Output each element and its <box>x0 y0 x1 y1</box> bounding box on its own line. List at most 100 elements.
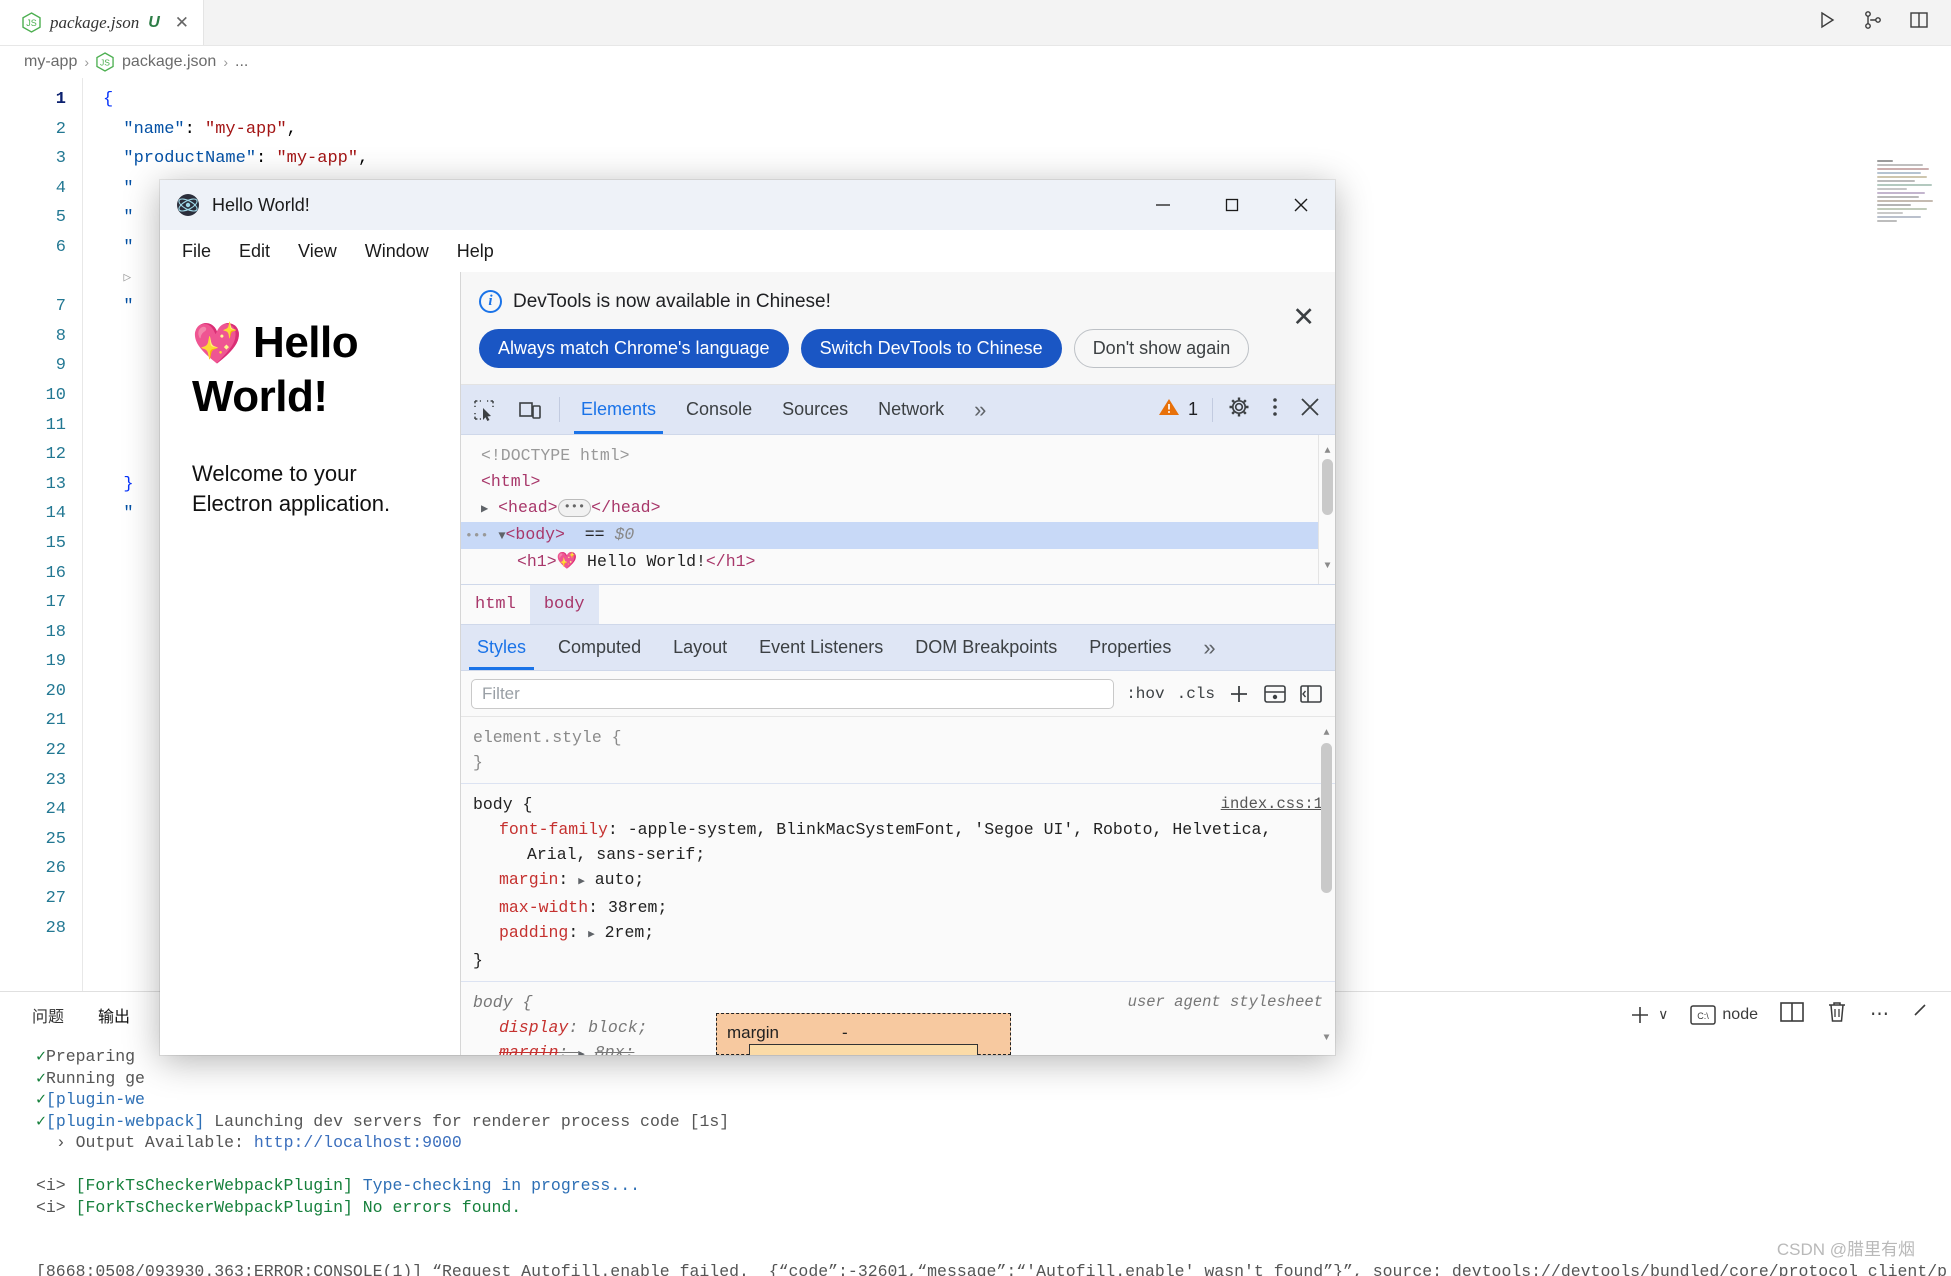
expand-triangle-icon[interactable]: ▶ <box>578 1049 585 1055</box>
run-icon[interactable] <box>1817 10 1837 35</box>
prop-value: 38rem; <box>607 898 668 917</box>
more-vertical-icon[interactable] <box>1265 395 1285 424</box>
css-rule-body-index[interactable]: index.css:1 body { font-family: -apple-s… <box>461 784 1335 982</box>
prop-value: block; <box>588 1018 648 1037</box>
breadcrumb-more[interactable]: ... <box>235 53 248 71</box>
split-editor-icon[interactable] <box>1909 10 1929 35</box>
rule-selector: body { <box>473 993 533 1012</box>
tab-styles[interactable]: Styles <box>461 625 542 670</box>
breadcrumb-root[interactable]: my-app <box>24 53 77 71</box>
breadcrumb-file[interactable]: package.json <box>122 53 216 71</box>
styles-rules-pane[interactable]: element.style { } index.css:1 body { fon… <box>461 717 1335 1055</box>
kill-terminal-trash-icon[interactable] <box>1826 1000 1848 1030</box>
declaration-font-family[interactable]: font-family: -apple-system, BlinkMacSyst… <box>473 817 1323 842</box>
scroll-down-arrow-icon[interactable]: ▼ <box>1322 554 1333 580</box>
new-terminal-button[interactable]: ∨ <box>1628 1003 1668 1027</box>
tab-computed[interactable]: Computed <box>542 625 657 670</box>
editor-tab-close-icon[interactable]: ✕ <box>175 14 189 31</box>
menu-item-edit[interactable]: Edit <box>225 237 284 266</box>
tab-sources[interactable]: Sources <box>767 385 863 434</box>
dom-row-h1[interactable]: <h1>💖 Hello World!</h1> <box>461 549 1335 575</box>
electron-titlebar[interactable]: Hello World! <box>160 180 1335 230</box>
styles-filter-input[interactable]: Filter <box>471 678 1115 709</box>
dom-tree[interactable]: <!DOCTYPE html> <html> ▶ <head> ••• </head… <box>461 435 1335 585</box>
switch-devtools-to-chinese-button[interactable]: Switch DevTools to Chinese <box>800 329 1062 368</box>
declaration-margin[interactable]: margin: ▶ auto; <box>473 867 1323 895</box>
styles-scroll-down-arrow-icon[interactable]: ▼ <box>1321 1026 1332 1051</box>
dom-row-doctype[interactable]: <!DOCTYPE html> <box>461 443 1335 469</box>
toolbar-divider <box>559 397 560 422</box>
always-match-chrome-language-button[interactable]: Always match Chrome's language <box>479 329 789 368</box>
editor-minimap[interactable] <box>1877 160 1937 240</box>
window-maximize-button[interactable] <box>1197 180 1266 230</box>
dom-row-html[interactable]: <html> <box>461 469 1335 495</box>
rule-header: user agent stylesheet body { <box>473 990 1323 1015</box>
hov-toggle[interactable]: :hov <box>1126 685 1164 703</box>
crumb-body[interactable]: body <box>529 585 599 624</box>
menu-item-file[interactable]: File <box>168 237 225 266</box>
window-minimize-button[interactable] <box>1128 180 1197 230</box>
terminal-output[interactable]: ✓Preparing ✓Running ge ✓[plugin-we ✓[plu… <box>0 1038 1951 1276</box>
menu-item-window[interactable]: Window <box>351 237 443 266</box>
box-model-border[interactable] <box>749 1044 978 1055</box>
banner-close-icon[interactable]: ✕ <box>1292 304 1315 331</box>
split-terminal-icon[interactable] <box>1780 1001 1804 1029</box>
tab-dom-breakpoints[interactable]: DOM Breakpoints <box>899 625 1073 670</box>
editor-tab-unsaved-badge: U <box>148 13 160 31</box>
page-subtitle: Welcome to your Electron application. <box>192 459 460 518</box>
panel-tab-output[interactable]: 输出 <box>98 1003 130 1027</box>
expand-triangle-icon[interactable]: ▶ <box>578 876 585 888</box>
styles-scroll-thumb[interactable] <box>1321 743 1332 893</box>
collapsed-children-badge[interactable]: ••• <box>557 499 592 517</box>
box-model-diagram[interactable]: margin - <box>716 1013 1011 1055</box>
dom-scroll-thumb[interactable] <box>1322 459 1333 515</box>
cls-toggle[interactable]: .cls <box>1177 685 1215 703</box>
prop-name: font-family <box>499 820 608 839</box>
styles-scrollbar[interactable]: ▲ ▼ <box>1318 717 1335 1055</box>
source-control-icon[interactable] <box>1863 10 1883 35</box>
declaration-max-width[interactable]: max-width: 38rem; <box>473 895 1323 920</box>
rule-selector: element.style { <box>473 728 622 747</box>
styles-more-tabs-icon[interactable]: » <box>1187 625 1231 670</box>
gear-icon[interactable] <box>1227 395 1251 424</box>
panel-tab-problems[interactable]: 问题 <box>32 1003 64 1027</box>
tab-properties[interactable]: Properties <box>1073 625 1187 670</box>
dom-row-head[interactable]: ▶ <head> ••• </head> <box>461 495 1335 522</box>
tab-console[interactable]: Console <box>671 385 767 434</box>
status-badge[interactable]: 1 <box>1158 397 1198 422</box>
dom-tree-scrollbar[interactable]: ▲ ▼ <box>1318 435 1335 584</box>
editor-tab-title: package.json <box>50 12 140 32</box>
crumb-html[interactable]: html <box>461 585 530 624</box>
more-tabs-icon[interactable]: » <box>959 385 1001 434</box>
dont-show-again-button[interactable]: Don't show again <box>1073 329 1250 368</box>
device-toolbar-icon[interactable] <box>507 385 553 434</box>
inspect-element-icon[interactable] <box>461 385 507 434</box>
tab-network[interactable]: Network <box>863 385 959 434</box>
rule-source-link[interactable]: index.css:1 <box>1221 792 1323 817</box>
breadcrumb-separator-icon: › <box>84 54 90 70</box>
editor-tab-package-json[interactable]: JS package.json U ✕ <box>0 0 205 45</box>
prop-name: max-width <box>499 898 589 917</box>
breadcrumb-js-file-icon: JS <box>96 51 115 73</box>
terminal-shell-selector[interactable]: C:\ node <box>1690 1004 1758 1026</box>
panel-actions: ∨ C:\ node ⋯ <box>1628 992 1933 1037</box>
declaration-padding[interactable]: padding: ▶ 2rem; <box>473 920 1323 948</box>
css-rule-element-style[interactable]: element.style { } <box>461 717 1335 784</box>
expand-triangle-icon[interactable]: ▶ <box>588 929 595 941</box>
box-model-margin[interactable]: margin - <box>716 1013 1011 1055</box>
new-style-rule-plus-icon[interactable] <box>1227 682 1251 706</box>
menu-item-view[interactable]: View <box>284 237 351 266</box>
dom-row-body[interactable]: ••• ▼<body> == $0 <box>461 522 1335 549</box>
toggle-sidebar-icon[interactable] <box>1299 683 1323 705</box>
panel-maximize-icon[interactable] <box>1911 1001 1933 1029</box>
tab-layout[interactable]: Layout <box>657 625 743 670</box>
devtools-close-icon[interactable] <box>1299 396 1321 423</box>
tab-event-listeners[interactable]: Event Listeners <box>743 625 899 670</box>
panel-more-actions-icon[interactable]: ⋯ <box>1870 1003 1889 1026</box>
menu-item-help[interactable]: Help <box>443 237 508 266</box>
window-close-button[interactable] <box>1266 180 1335 230</box>
computed-styles-sidebar-icon[interactable] <box>1263 683 1287 705</box>
tab-elements[interactable]: Elements <box>566 385 671 434</box>
new-terminal-chevron-down-icon[interactable]: ∨ <box>1658 1006 1668 1023</box>
line-number-gutter: 1234 56· 78910 11121314 15161718 1920212… <box>0 78 82 991</box>
